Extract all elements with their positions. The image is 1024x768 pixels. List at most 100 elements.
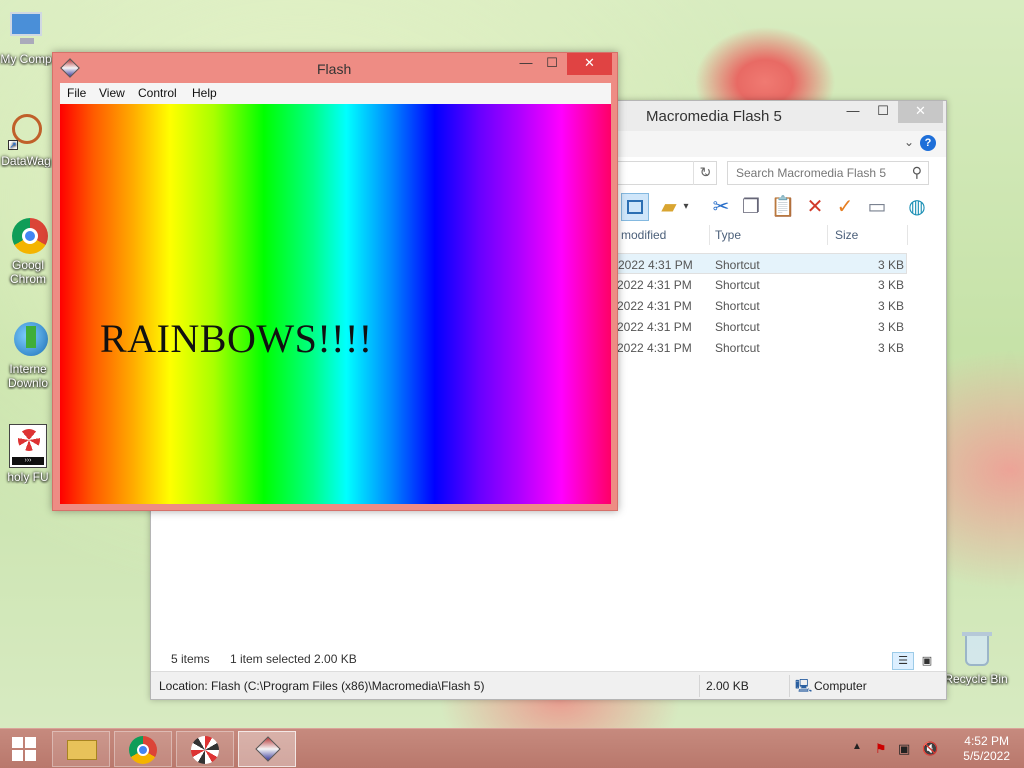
file-type: Shortcut	[715, 278, 760, 292]
dropdown-arrow-icon[interactable]: ▾	[679, 193, 693, 221]
recycle-bin-icon	[956, 630, 996, 670]
column-header-type[interactable]: Type	[715, 228, 741, 242]
close-button[interactable]: ✕	[567, 53, 612, 75]
search-placeholder: Search Macromedia Flash 5	[736, 166, 887, 180]
copy-icon[interactable]: ❐	[737, 193, 765, 221]
properties-icon[interactable]: ▭	[863, 193, 891, 221]
flash-stage[interactable]: RAINBOWS!!!!	[60, 104, 611, 504]
system-clock[interactable]: 4:52 PM 5/5/2022	[963, 734, 1010, 764]
flash-titlebar[interactable]: Flash — ☐ ✕	[53, 53, 617, 83]
clock-date: 5/5/2022	[963, 749, 1010, 763]
location-size: 2.00 KB	[706, 679, 749, 693]
file-row[interactable]: 2022 4:31 PM Shortcut 3 KB	[617, 274, 947, 295]
paste-icon[interactable]: 📋	[769, 193, 797, 221]
location-path: Location: Flash (C:\Program Files (x86)\…	[159, 679, 485, 693]
search-input[interactable]: Search Macromedia Flash 5 ⚲	[727, 161, 929, 185]
file-type: Shortcut	[715, 320, 760, 334]
maximize-button[interactable]: ☐	[537, 53, 567, 75]
layout-pane-icon[interactable]	[621, 193, 649, 221]
desktop-icon-label: Interne	[9, 362, 47, 376]
file-row[interactable]: 2022 4:31 PM Shortcut 3 KB	[617, 337, 947, 358]
globe-icon[interactable]: ◍	[903, 193, 931, 221]
datawag-icon: ↗	[6, 112, 46, 152]
explorer-title: Macromedia Flash 5	[646, 108, 782, 125]
chrome-center	[137, 744, 149, 756]
file-modified: 2022 4:31 PM	[617, 320, 692, 334]
details-view-icon[interactable]: ☰	[892, 652, 914, 670]
menu-file[interactable]: File	[67, 86, 86, 100]
file-type: Shortcut	[715, 258, 760, 272]
help-icon[interactable]: ?	[920, 135, 936, 151]
large-icons-view-icon[interactable]: ▣	[916, 652, 938, 670]
show-hidden-icons-chevron[interactable]: ▲	[852, 741, 862, 752]
taskbar-chrome[interactable]	[114, 731, 172, 767]
file-modified: 2022 4:31 PM	[617, 278, 692, 292]
start-button[interactable]	[0, 729, 48, 768]
taskbar-aperture-app[interactable]	[176, 731, 234, 767]
column-divider[interactable]	[907, 225, 908, 245]
desktop-icon-label: holy FU	[7, 470, 49, 484]
file-row[interactable]: 2022 4:31 PM Shortcut 3 KB	[617, 295, 947, 316]
location-computer: Computer	[814, 679, 867, 693]
taskbar-flash-player[interactable]	[238, 731, 296, 767]
column-divider[interactable]	[709, 225, 710, 245]
divider	[789, 675, 790, 697]
flash-movie-icon: ›››	[9, 424, 47, 468]
desktop-icon-label: Recycle Bin	[944, 672, 1008, 686]
windows-logo-icon	[25, 737, 36, 748]
stage-text: RAINBOWS!!!!	[100, 316, 373, 361]
volume-muted-icon[interactable]: 🔇	[922, 741, 938, 757]
file-list: 2022 4:31 PM Shortcut 3 KB 2022 4:31 PM …	[617, 253, 947, 358]
delete-icon[interactable]: ✕	[801, 193, 829, 221]
desktop-icon-chrome[interactable]: Googl Chrom	[2, 216, 54, 286]
file-size: 3 KB	[878, 278, 905, 292]
internet-download-icon	[8, 320, 48, 360]
computer-icon	[6, 10, 46, 50]
minimize-button[interactable]: —	[838, 101, 868, 123]
menu-help[interactable]: Help	[192, 86, 217, 100]
column-headers: modified Type Size	[617, 223, 947, 249]
location-bar: Location: Flash (C:\Program Files (x86)\…	[151, 671, 946, 699]
column-header-size[interactable]: Size	[835, 228, 858, 242]
flash-menubar: File View Control Help	[60, 83, 611, 104]
file-row[interactable]: 2022 4:31 PM Shortcut 3 KB	[617, 253, 907, 274]
file-size: 3 KB	[878, 320, 905, 334]
file-size: 3 KB	[878, 258, 905, 272]
flash-player-icon	[255, 736, 281, 762]
item-count: 5 items	[171, 652, 210, 666]
flash-player-window[interactable]: Flash — ☐ ✕ File View Control Help RAINB…	[52, 52, 618, 511]
file-size: 3 KB	[878, 299, 905, 313]
desktop-icon-label-line2: Chrom	[9, 272, 46, 286]
menu-control[interactable]: Control	[138, 86, 177, 100]
taskbar-file-explorer[interactable]	[52, 731, 110, 767]
network-icon[interactable]: ▣	[898, 741, 910, 757]
desktop-icon-holy-fu[interactable]: ››› holy FU	[2, 424, 54, 484]
file-size: 3 KB	[878, 341, 905, 355]
desktop-icon-my-computer[interactable]: My Comp	[0, 10, 54, 66]
chrome-icon	[8, 216, 48, 256]
desktop-icon-datawag[interactable]: ↗ DataWag	[0, 112, 54, 168]
taskbar: ▲ ⚑ ▣ 🔇 4:52 PM 5/5/2022	[0, 728, 1024, 768]
close-button[interactable]: ✕	[898, 101, 943, 123]
column-divider[interactable]	[827, 225, 828, 245]
desktop-icon-label-line2: Downlo	[7, 376, 49, 390]
explorer-statusbar: 5 items 1 item selected 2.00 KB ☰ ▣	[151, 647, 946, 671]
refresh-icon[interactable]: ↻	[693, 161, 717, 185]
file-row[interactable]: 2022 4:31 PM Shortcut 3 KB	[617, 316, 947, 337]
desktop-icon-recycle-bin[interactable]: Recycle Bin	[940, 630, 1012, 686]
maximize-button[interactable]: ☐	[868, 101, 898, 123]
file-explorer-icon	[67, 740, 97, 760]
divider	[699, 675, 700, 697]
file-type: Shortcut	[715, 341, 760, 355]
desktop-icon-internet-download[interactable]: Interne Downlo	[2, 320, 54, 390]
action-center-flag-icon[interactable]: ⚑	[875, 741, 887, 757]
checkmark-icon[interactable]: ✓	[831, 193, 859, 221]
chevron-down-icon[interactable]: ⌄	[904, 135, 914, 149]
file-type: Shortcut	[715, 299, 760, 313]
aperture-app-icon	[191, 736, 219, 764]
desktop-icon-label: DataWag	[1, 154, 51, 168]
column-header-modified[interactable]: modified	[621, 228, 666, 242]
menu-view[interactable]: View	[99, 86, 125, 100]
cut-icon[interactable]: ✂	[707, 193, 735, 221]
windows-logo-icon	[12, 737, 23, 748]
